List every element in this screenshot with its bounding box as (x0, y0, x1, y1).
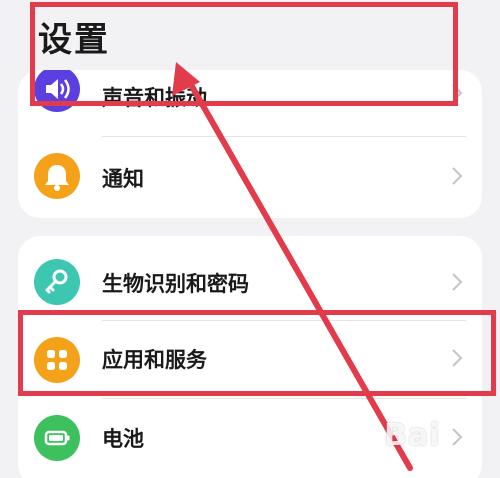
settings-item-notifications[interactable]: 通知 (18, 137, 482, 215)
annotation-box-apps (18, 310, 496, 396)
settings-item-biometrics[interactable]: 生物识别和密码 (18, 242, 482, 320)
annotation-box-title (30, 2, 458, 106)
bell-icon (34, 153, 80, 199)
chevron-right-icon (452, 428, 463, 446)
chevron-right-icon (452, 167, 463, 185)
settings-item-label: 通知 (102, 167, 144, 191)
watermark-logo: Bai (384, 418, 441, 453)
settings-item-label: 电池 (102, 427, 144, 451)
settings-item-label: 生物识别和密码 (102, 272, 249, 296)
battery-icon (34, 415, 80, 461)
chevron-right-icon (452, 273, 463, 291)
key-icon (34, 259, 80, 305)
